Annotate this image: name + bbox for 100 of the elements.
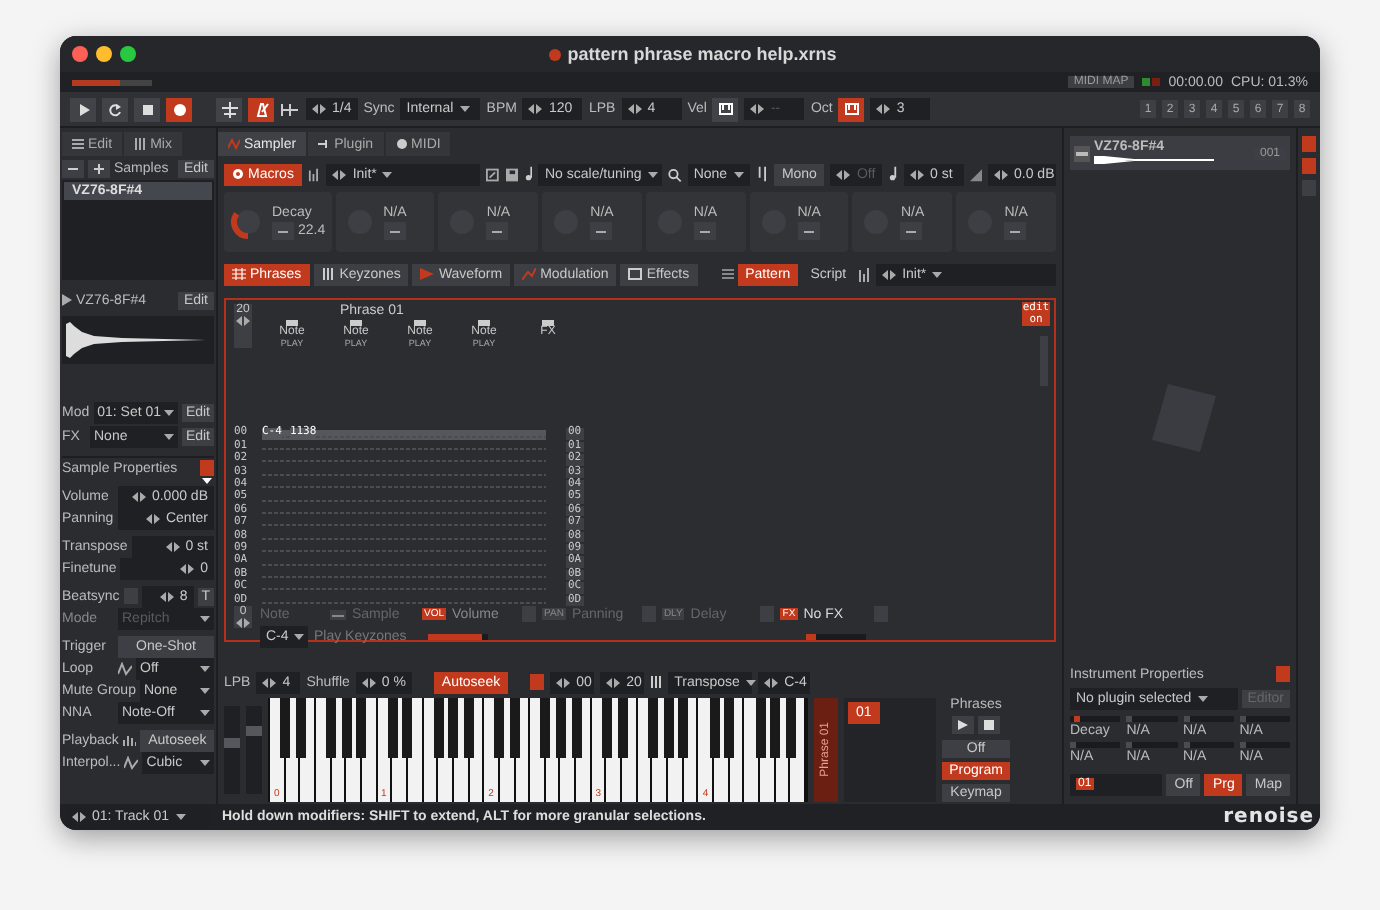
save-icon[interactable]: [505, 167, 518, 181]
stepper-arrows-icon[interactable]: [236, 618, 250, 629]
loop-range-button[interactable]: [530, 674, 545, 690]
stepper-arrows-icon[interactable]: [361, 677, 376, 687]
macro-map-button[interactable]: [383, 222, 406, 240]
play-button[interactable]: [952, 716, 974, 735]
stepper-arrows-icon[interactable]: [556, 677, 571, 687]
stepper-arrows-icon[interactable]: [627, 104, 642, 114]
stepper-arrows-icon[interactable]: [159, 591, 174, 601]
metronome-button[interactable]: [248, 97, 274, 121]
macro-map-button[interactable]: [590, 222, 613, 240]
link-icon[interactable]: [803, 227, 814, 235]
slider-thumb[interactable]: [1239, 716, 1246, 722]
stop-icon[interactable]: [984, 720, 994, 731]
caret-icon[interactable]: [745, 679, 756, 685]
stepper-arrows-icon[interactable]: [145, 513, 160, 523]
column-toggle-icon[interactable]: [350, 320, 362, 326]
loop-icon[interactable]: [107, 101, 123, 117]
play-icon[interactable]: [62, 294, 72, 306]
slider-thumb[interactable]: [246, 725, 262, 736]
stepper-arrows-icon[interactable]: [764, 677, 779, 687]
follow-icon[interactable]: [221, 101, 237, 117]
caret-icon[interactable]: [294, 634, 305, 641]
link-icon[interactable]: [596, 227, 607, 235]
stepper-arrows-icon[interactable]: [528, 104, 543, 114]
stop-button[interactable]: [134, 97, 160, 121]
stepper-arrows-icon[interactable]: [994, 169, 1008, 179]
caret-icon[interactable]: [733, 171, 744, 177]
stepper-arrows-icon[interactable]: [606, 677, 621, 687]
stepper-arrows-icon[interactable]: [72, 812, 86, 822]
link-icon[interactable]: [492, 227, 503, 235]
caret-icon[interactable]: [1197, 695, 1208, 701]
play-button[interactable]: [70, 97, 96, 121]
stepper-arrows-icon[interactable]: [332, 169, 347, 179]
play-icon[interactable]: [75, 101, 91, 117]
stepper-arrows-icon[interactable]: [876, 104, 891, 114]
caret-icon[interactable]: [200, 687, 210, 693]
fx-slider[interactable]: [806, 634, 866, 641]
stop-button[interactable]: [978, 716, 1000, 735]
edit-icon[interactable]: [486, 167, 500, 181]
stop-icon[interactable]: [139, 101, 155, 117]
play-icon[interactable]: [958, 720, 968, 731]
slider-thumb[interactable]: [224, 737, 240, 748]
caret-icon[interactable]: [163, 409, 174, 415]
slider-thumb[interactable]: [1074, 716, 1081, 722]
macro-map-button[interactable]: [693, 222, 716, 240]
gear-icon[interactable]: [232, 168, 244, 180]
record-button[interactable]: [166, 97, 192, 121]
macro-map-button[interactable]: [486, 222, 509, 240]
column-toggle-icon[interactable]: [478, 320, 490, 326]
circle-icon[interactable]: [395, 138, 408, 150]
caret-icon[interactable]: [647, 171, 658, 177]
vertical-slider[interactable]: [246, 706, 262, 794]
column-toggle-icon[interactable]: [414, 320, 426, 326]
caret-icon[interactable]: [200, 665, 210, 671]
slider-thumb[interactable]: [1126, 742, 1133, 748]
grid-icon[interactable]: [72, 138, 84, 150]
link-icon[interactable]: [699, 227, 710, 235]
column-toggle-icon[interactable]: [542, 320, 554, 326]
stepper-arrows-icon[interactable]: [750, 104, 765, 114]
slider-thumb[interactable]: [1183, 716, 1189, 722]
vertical-slider[interactable]: [224, 706, 240, 794]
slider-thumb[interactable]: [1183, 742, 1189, 748]
column-toggle-icon[interactable]: [286, 320, 298, 326]
loop-button[interactable]: [102, 97, 128, 121]
keyboard-icon[interactable]: [843, 101, 860, 117]
stepper-arrows-icon[interactable]: [131, 491, 146, 501]
stepper-arrows-icon[interactable]: [180, 563, 195, 573]
record-icon[interactable]: [171, 101, 187, 117]
octave-toggle[interactable]: [838, 97, 865, 121]
slider-thumb[interactable]: [1070, 742, 1076, 748]
stepper-arrows-icon[interactable]: [165, 541, 180, 551]
stepper-arrows-icon[interactable]: [882, 269, 897, 279]
pattern-toggle[interactable]: [1301, 158, 1315, 174]
caret-icon[interactable]: [175, 814, 186, 820]
slider-thumb[interactable]: [1239, 742, 1246, 748]
caret-icon[interactable]: [200, 709, 210, 715]
link-icon[interactable]: [389, 227, 400, 235]
link-icon[interactable]: [1010, 227, 1021, 235]
caret-icon[interactable]: [382, 171, 393, 177]
sliders-icon[interactable]: [134, 138, 147, 150]
plus-icon[interactable]: [94, 163, 104, 173]
macro-map-button[interactable]: [272, 222, 294, 240]
add-button[interactable]: [88, 159, 110, 177]
stepper-arrows-icon[interactable]: [236, 316, 250, 326]
follow-button[interactable]: [216, 97, 242, 121]
slider-thumb[interactable]: [1126, 716, 1133, 722]
caret-icon[interactable]: [932, 271, 943, 277]
piano-icon[interactable]: [321, 268, 336, 280]
remove-button[interactable]: [62, 159, 84, 177]
box-icon[interactable]: [628, 268, 643, 280]
velocity-toggle[interactable]: [712, 97, 739, 121]
plug-icon[interactable]: [318, 138, 331, 150]
sample-icon[interactable]: [330, 609, 346, 620]
stepper-arrows-icon[interactable]: [910, 169, 924, 179]
caret-icon[interactable]: [459, 106, 470, 112]
link-icon[interactable]: [906, 227, 917, 235]
caret-icon[interactable]: [163, 433, 174, 439]
macro-map-button[interactable]: [1004, 222, 1027, 240]
link-icon[interactable]: [278, 227, 288, 235]
